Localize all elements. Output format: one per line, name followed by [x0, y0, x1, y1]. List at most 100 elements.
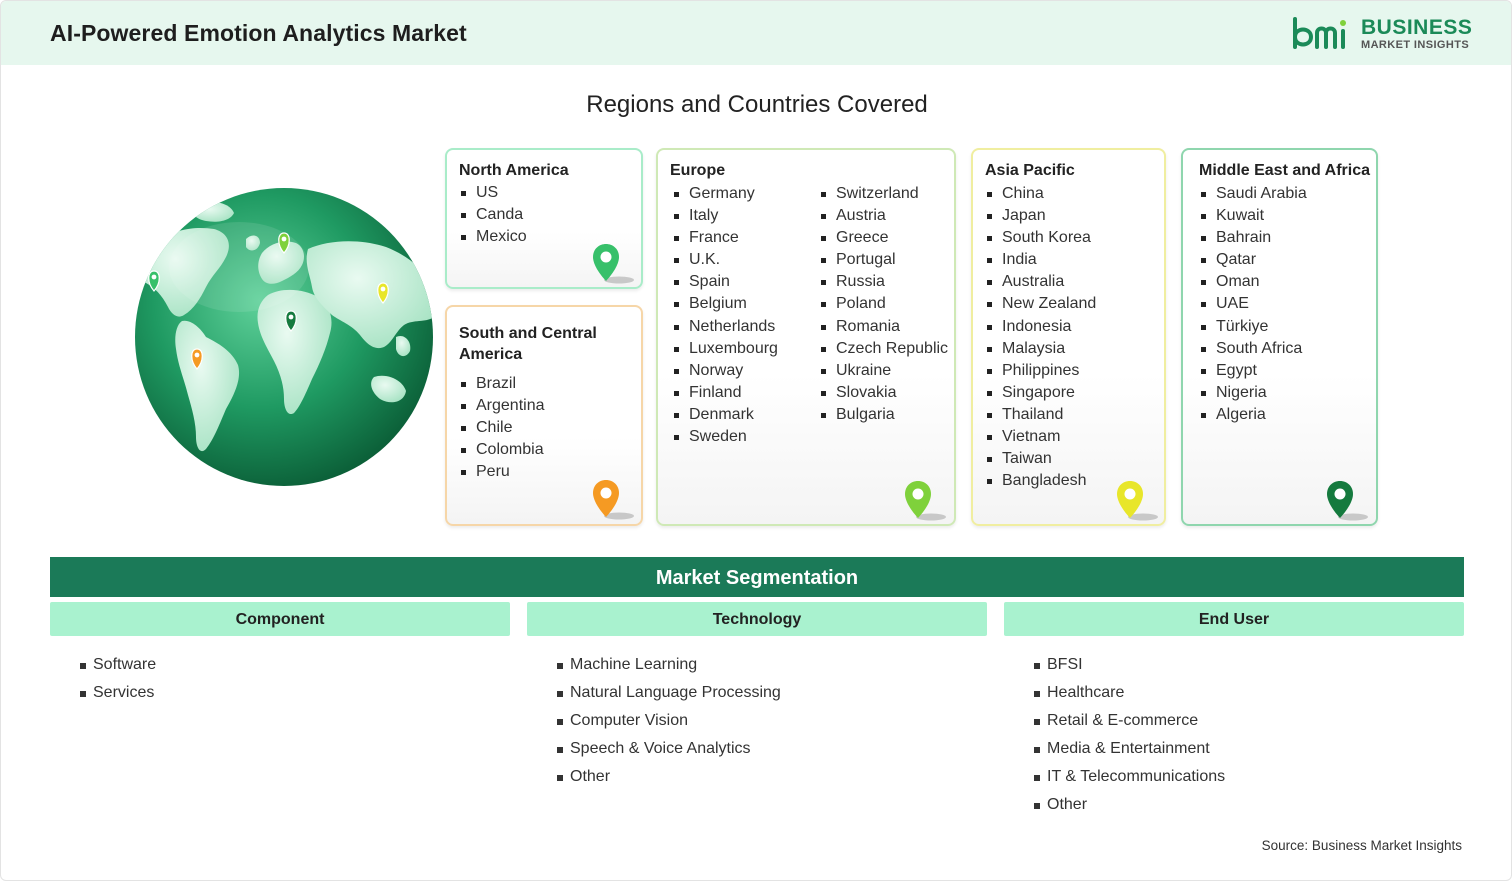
header-bar: AI-Powered Emotion Analytics Market BUSI…	[1, 1, 1511, 65]
list-item: Japan	[985, 205, 1096, 227]
list-item: Bahrain	[1199, 227, 1307, 249]
region-card-europe: Europe Germany Italy France U.K. Spain B…	[656, 148, 956, 526]
region-title-asia-pacific: Asia Pacific	[985, 162, 1075, 179]
list-item: Computer Vision	[557, 707, 781, 735]
list-item: BFSI	[1034, 651, 1225, 679]
segment-header-end-user: End User	[1004, 602, 1464, 636]
country-list-europe-col1: Germany Italy France U.K. Spain Belgium …	[672, 183, 778, 448]
list-item: Speech & Voice Analytics	[557, 735, 781, 763]
region-card-middle-east-africa: Middle East and Africa Saudi Arabia Kuwa…	[1181, 148, 1378, 526]
list-item: Qatar	[1199, 249, 1307, 271]
list-item: South Africa	[1199, 338, 1307, 360]
regions-title: Regions and Countries Covered	[586, 91, 928, 118]
list-item: Other	[1034, 791, 1225, 819]
list-item: Poland	[819, 293, 948, 315]
map-pin-icon	[905, 481, 946, 521]
globe-icon	[135, 188, 433, 486]
list-item: Switzerland	[819, 183, 948, 205]
list-item: Thailand	[985, 404, 1096, 426]
list-item: Luxembourg	[672, 338, 778, 360]
list-item: Bulgaria	[819, 404, 948, 426]
map-pin-icon	[593, 244, 634, 284]
logo-line2: MARKET INSIGHTS	[1361, 39, 1470, 51]
source-note: Source: Business Market Insights	[1261, 838, 1462, 853]
list-item: Ukraine	[819, 360, 948, 382]
region-title-europe: Europe	[670, 162, 726, 179]
logo-line1: BUSINESS	[1361, 16, 1473, 39]
segment-list-component: Software Services	[80, 651, 156, 707]
list-item: Mexico	[459, 226, 527, 248]
map-pin-icon	[1327, 481, 1368, 521]
list-item: Spain	[672, 271, 778, 293]
list-item: Other	[557, 763, 781, 791]
list-item: Romania	[819, 316, 948, 338]
country-list-europe-col2: Switzerland Austria Greece Portugal Russ…	[819, 183, 948, 426]
page-title: AI-Powered Emotion Analytics Market	[50, 20, 467, 46]
list-item: Kuwait	[1199, 205, 1307, 227]
list-item: Argentina	[459, 395, 545, 417]
list-item: Taiwan	[985, 448, 1096, 470]
list-item: Indonesia	[985, 316, 1096, 338]
segment-header-component: Component	[50, 602, 510, 636]
list-item: Software	[80, 651, 156, 679]
list-item: Machine Learning	[557, 651, 781, 679]
list-item: Natural Language Processing	[557, 679, 781, 707]
region-title-south-america: South and Central America	[459, 325, 597, 363]
list-item: Nigeria	[1199, 382, 1307, 404]
infographic-frame: AI-Powered Emotion Analytics Market BUSI…	[0, 0, 1512, 881]
list-item: Colombia	[459, 439, 545, 461]
list-item: Chile	[459, 417, 545, 439]
list-item: Germany	[672, 183, 778, 205]
list-item: Vietnam	[985, 426, 1096, 448]
segmentation-title-bar: Market Segmentation	[50, 557, 1464, 597]
country-list-north-america: US Canda Mexico	[459, 182, 527, 248]
map-pin-icon	[1117, 481, 1158, 521]
list-item: Italy	[672, 205, 778, 227]
list-item: Türkiye	[1199, 316, 1307, 338]
list-item: Denmark	[672, 404, 778, 426]
list-item: South Korea	[985, 227, 1096, 249]
segment-header-technology: Technology	[527, 602, 987, 636]
list-item: Finland	[672, 382, 778, 404]
map-pin-icon	[593, 480, 634, 520]
list-item: France	[672, 227, 778, 249]
list-item: Belgium	[672, 293, 778, 315]
region-card-asia-pacific: Asia Pacific China Japan South Korea Ind…	[971, 148, 1166, 526]
list-item: UAE	[1199, 293, 1307, 315]
region-title-middle-east-africa: Middle East and Africa	[1199, 162, 1370, 179]
list-item: IT & Telecommunications	[1034, 763, 1225, 791]
list-item: Netherlands	[672, 316, 778, 338]
list-item: Retail & E-commerce	[1034, 707, 1225, 735]
list-item: New Zealand	[985, 293, 1096, 315]
list-item: Portugal	[819, 249, 948, 271]
list-item: China	[985, 183, 1096, 205]
list-item: Czech Republic	[819, 338, 948, 360]
list-item: US	[459, 182, 527, 204]
list-item: Singapore	[985, 382, 1096, 404]
brand-logo: BUSINESS MARKET INSIGHTS	[1291, 15, 1473, 53]
list-item: Saudi Arabia	[1199, 183, 1307, 205]
list-item: Media & Entertainment	[1034, 735, 1225, 763]
list-item: Greece	[819, 227, 948, 249]
country-list-south-america: Brazil Argentina Chile Colombia Peru	[459, 373, 545, 483]
list-item: Malaysia	[985, 338, 1096, 360]
list-item: Services	[80, 679, 156, 707]
country-list-asia-pacific: China Japan South Korea India Australia …	[985, 183, 1096, 492]
list-item: Egypt	[1199, 360, 1307, 382]
list-item: Bangladesh	[985, 470, 1096, 492]
list-item: Australia	[985, 271, 1096, 293]
list-item: Brazil	[459, 373, 545, 395]
region-card-south-central-america: South and Central America Brazil Argenti…	[445, 305, 643, 526]
list-item: Russia	[819, 271, 948, 293]
region-card-north-america: North America US Canda Mexico	[445, 148, 643, 289]
list-item: Philippines	[985, 360, 1096, 382]
region-title-north-america: North America	[459, 162, 569, 179]
segment-list-technology: Machine Learning Natural Language Proces…	[557, 651, 781, 791]
country-list-middle-east-africa: Saudi Arabia Kuwait Bahrain Qatar Oman U…	[1199, 183, 1307, 426]
list-item: Norway	[672, 360, 778, 382]
list-item: Healthcare	[1034, 679, 1225, 707]
segment-list-end-user: BFSI Healthcare Retail & E-commerce Medi…	[1034, 651, 1225, 819]
list-item: Oman	[1199, 271, 1307, 293]
list-item: Canda	[459, 204, 527, 226]
list-item: Slovakia	[819, 382, 948, 404]
